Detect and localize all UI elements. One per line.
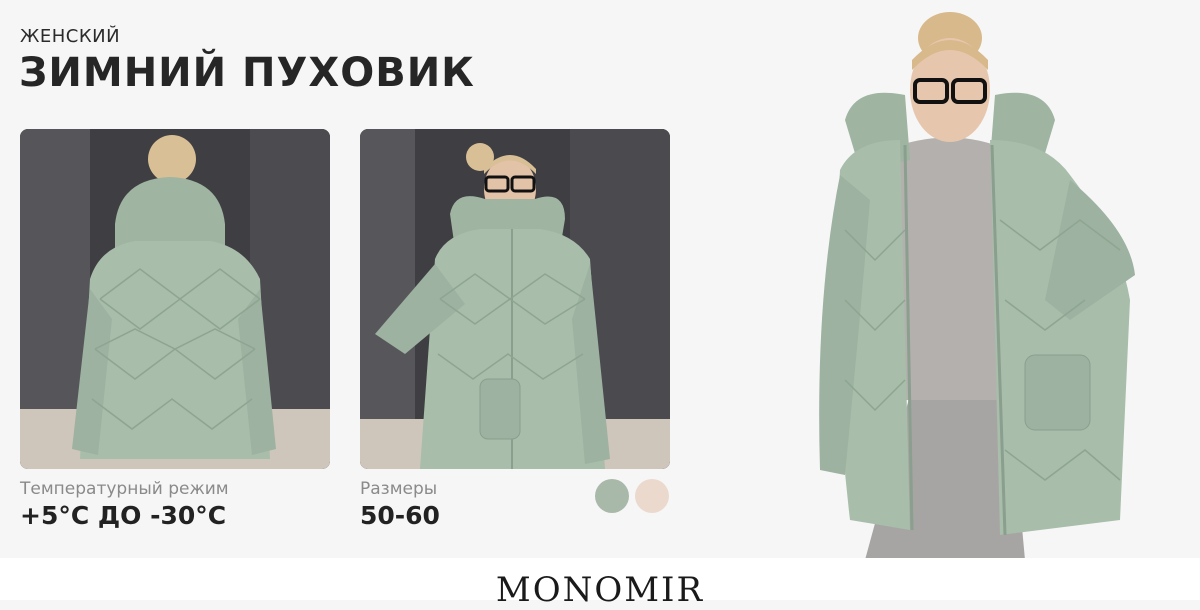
brand-logo: MONOMIR [495,570,705,610]
color-swatch-beige[interactable] [635,479,669,513]
hero-model-image [800,0,1200,560]
temperature-label: Температурный режим [20,479,229,499]
photo-front-view[interactable] [360,129,670,469]
sizes-value: 50-60 [360,501,440,530]
category-subtitle: ЖЕНСКИЙ [20,26,121,47]
color-swatch-sage[interactable] [595,479,629,513]
temperature-value: +5°C ДО -30°C [20,501,227,530]
sizes-label: Размеры [360,479,438,499]
product-title: ЗИМНИЙ ПУХОВИК [19,50,475,96]
photo-back-view[interactable] [20,129,330,469]
